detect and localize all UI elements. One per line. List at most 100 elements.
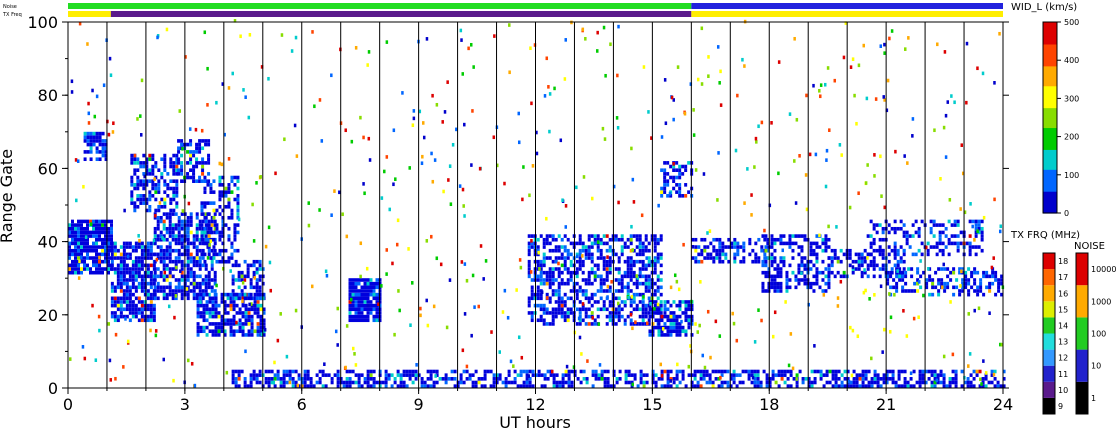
data-cell	[785, 278, 789, 282]
data-cell	[360, 300, 364, 304]
data-cell	[580, 352, 583, 356]
data-cell	[976, 270, 980, 275]
data-cell	[938, 223, 942, 227]
data-cell	[88, 230, 92, 235]
data-cell	[149, 252, 153, 257]
data-cell	[345, 380, 349, 385]
data-cell	[979, 285, 983, 290]
data-cell	[246, 267, 250, 271]
data-cell	[180, 161, 184, 165]
data-cell	[227, 259, 231, 264]
data-cell	[169, 201, 173, 205]
data-cell	[235, 303, 239, 308]
data-cell	[654, 311, 658, 315]
data-cell	[578, 311, 582, 315]
data-cell	[380, 196, 384, 200]
data-cell	[82, 248, 86, 253]
data-cell	[564, 380, 568, 385]
data-cell	[834, 373, 838, 377]
txfreq-swatch	[1043, 365, 1055, 382]
data-cell	[906, 161, 909, 165]
data-cell	[709, 355, 712, 360]
data-cell	[599, 274, 603, 279]
data-cell	[156, 289, 160, 293]
data-cell	[905, 230, 909, 235]
data-cell	[694, 248, 698, 253]
data-cell	[788, 112, 792, 116]
data-cell	[131, 311, 135, 315]
data-cell	[149, 263, 153, 268]
data-cell	[754, 252, 758, 257]
data-cell	[237, 373, 241, 377]
data-cell	[396, 218, 400, 223]
data-cell	[214, 314, 218, 319]
data-cell	[548, 256, 552, 260]
data-cell	[839, 248, 843, 253]
data-cell	[273, 377, 277, 381]
data-cell	[644, 314, 648, 319]
data-cell	[702, 377, 706, 381]
data-cell	[935, 245, 939, 249]
data-cell	[896, 226, 900, 231]
data-cell	[546, 377, 550, 381]
data-cell	[946, 281, 950, 286]
data-cell	[236, 248, 240, 253]
data-cell	[596, 248, 600, 253]
data-cell	[605, 241, 609, 246]
data-cell	[579, 369, 583, 374]
data-cell	[180, 168, 184, 172]
data-cell	[575, 307, 579, 312]
data-cell	[393, 380, 397, 385]
data-cell	[733, 241, 737, 246]
data-cell	[566, 270, 570, 275]
data-cell	[563, 318, 567, 323]
data-cell	[177, 289, 181, 293]
data-cell	[872, 223, 876, 227]
data-cell	[948, 377, 952, 381]
data-cell	[866, 267, 870, 271]
data-cell	[198, 259, 202, 264]
data-cell	[676, 362, 679, 367]
data-cell	[608, 318, 612, 323]
data-cell	[959, 207, 962, 211]
data-cell	[898, 278, 902, 282]
data-cell	[83, 157, 87, 162]
data-cell	[324, 373, 328, 377]
data-cell	[827, 274, 831, 279]
data-cell	[189, 153, 193, 158]
data-cell	[432, 380, 436, 385]
data-cell	[153, 278, 157, 282]
data-cell	[240, 369, 244, 374]
data-cell	[229, 318, 233, 323]
data-cell	[812, 281, 816, 286]
data-cell	[101, 142, 105, 147]
data-cell	[584, 307, 588, 312]
data-cell	[89, 139, 93, 143]
data-cell	[196, 300, 200, 304]
data-cell	[351, 318, 355, 323]
data-cell	[754, 256, 758, 260]
data-cell	[620, 274, 624, 279]
data-cell	[786, 377, 790, 381]
data-cell	[997, 281, 1001, 286]
data-cell	[146, 256, 150, 260]
data-cell	[675, 333, 679, 337]
data-cell	[960, 369, 964, 374]
data-cell	[647, 281, 651, 286]
data-cell	[929, 245, 933, 249]
status-bar-segment	[110, 11, 692, 17]
data-cell	[587, 300, 591, 304]
data-cell	[590, 252, 594, 257]
data-cell	[360, 314, 364, 319]
data-cell	[354, 311, 358, 315]
data-cell	[217, 303, 221, 308]
data-cell	[171, 296, 175, 301]
data-cell	[255, 377, 259, 381]
data-cell	[195, 274, 199, 279]
data-cell	[570, 369, 574, 374]
noise-swatch	[1076, 349, 1088, 382]
data-cell	[542, 278, 546, 282]
data-cell	[869, 245, 873, 249]
data-cell	[545, 216, 548, 221]
data-cell	[718, 241, 722, 246]
